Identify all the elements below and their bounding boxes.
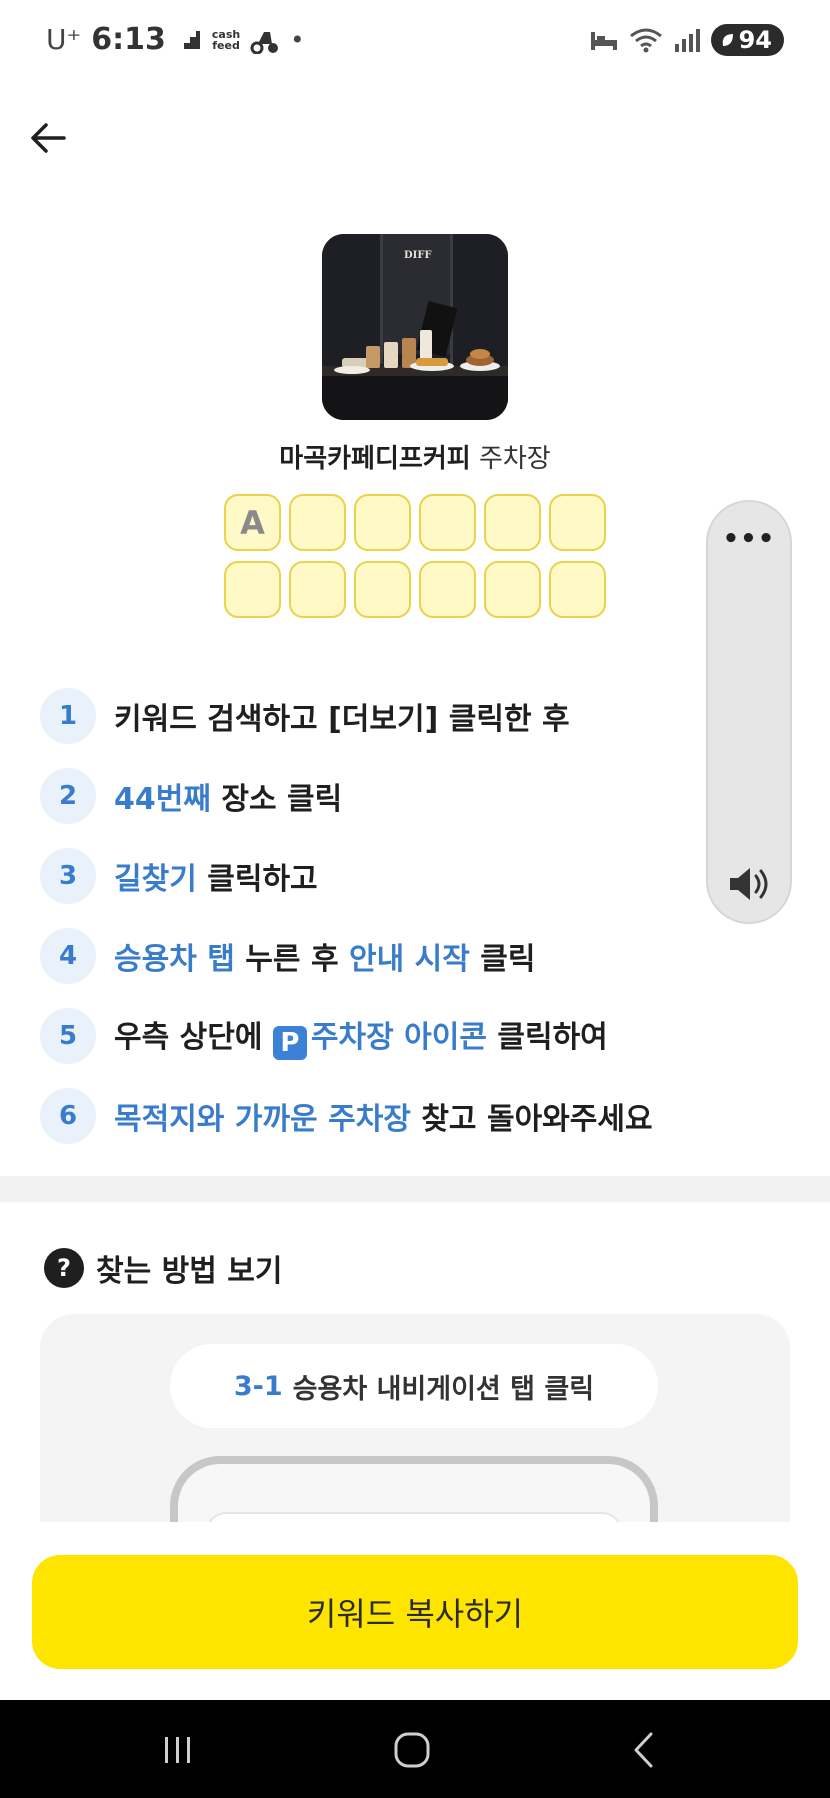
- step-highlight: 44번째: [114, 782, 211, 817]
- keyword-box: [354, 494, 411, 551]
- phone-screen: [206, 1512, 622, 1522]
- step-text-part: 클릭하여: [486, 1020, 608, 1055]
- status-left: U⁺ 6:13 cash feed •: [46, 22, 304, 57]
- leaf-icon: [722, 34, 733, 46]
- step-item: 3 길찾기 클릭하고: [40, 836, 780, 916]
- arrow-left-icon: [31, 123, 66, 153]
- step-item: 5 우측 상단에 P 주차장 아이콘 클릭하여: [40, 996, 780, 1076]
- step-number: 4: [40, 928, 96, 984]
- step-number: 2: [40, 768, 96, 824]
- status-right: 94: [589, 24, 784, 56]
- step-number: 6: [40, 1088, 96, 1144]
- pill-step-text: 승용차 내비게이션 탭 클릭: [292, 1373, 595, 1405]
- system-nav-bar: [0, 1700, 830, 1798]
- keyword-box: [289, 494, 346, 551]
- home-icon: [394, 1732, 430, 1768]
- cashfeed-line2: feed: [212, 38, 240, 52]
- back-button[interactable]: [24, 114, 72, 162]
- cashfeed-icon: cash feed: [212, 29, 240, 51]
- phone-illustration: [170, 1456, 658, 1522]
- place-suffix: 주차장: [478, 444, 551, 474]
- keyword-box: [484, 494, 541, 551]
- step-highlight: 승용차 탭: [114, 942, 235, 977]
- step-item: 2 44번째 장소 클릭: [40, 756, 780, 836]
- step-highlight: 목적지와 가까운 주차장: [114, 1102, 411, 1137]
- copy-keyword-button[interactable]: 키워드 복사하기: [32, 1555, 798, 1669]
- step-highlight: 안내 시작: [349, 942, 470, 977]
- step-text: 길찾기 클릭하고: [114, 854, 318, 898]
- step-text-part: 찾고 돌아와주세요: [410, 1102, 653, 1137]
- step-item: 6 목적지와 가까운 주차장 찾고 돌아와주세요: [40, 1076, 780, 1156]
- step-text: 승용차 탭 누른 후 안내 시작 클릭: [114, 934, 536, 978]
- howto-step-pill: 3-1 승용차 내비게이션 탭 클릭: [170, 1344, 658, 1428]
- howto-title: 찾는 방법 보기: [96, 1254, 283, 1289]
- step-text: 44번째 장소 클릭: [114, 774, 342, 818]
- chevron-left-icon: [634, 1732, 653, 1768]
- wifi-icon: [629, 28, 662, 53]
- step-text: 키워드 검색하고 [더보기] 클릭한 후: [114, 694, 570, 738]
- sleep-mode-icon: [590, 32, 617, 50]
- place-thumbnail: DIFF: [322, 234, 508, 420]
- bottom-cta-area: 키워드 복사하기: [0, 1522, 830, 1700]
- step-number: 5: [40, 1008, 96, 1064]
- diff-sign: DIFF: [404, 250, 432, 261]
- signal-icon: [674, 29, 700, 52]
- battery-level: 94: [738, 26, 772, 54]
- step-item: 1 키워드 검색하고 [더보기] 클릭한 후: [40, 676, 780, 756]
- keyword-box: [419, 494, 476, 551]
- battery-indicator: 94: [710, 24, 784, 56]
- keyword-box: [224, 561, 281, 618]
- howto-header: ? 찾는 방법 보기: [44, 1246, 283, 1290]
- keyword-box: [484, 561, 541, 618]
- cafe-photo: DIFF: [322, 234, 508, 420]
- step-text-part: 클릭: [469, 942, 536, 977]
- place-title: 마곡카페디프커피 주차장: [0, 438, 830, 475]
- step-text: 우측 상단에 P 주차장 아이콘 클릭하여: [114, 1012, 608, 1060]
- keyword-box: A: [224, 494, 281, 551]
- place-name: 마곡카페디프커피: [279, 444, 471, 474]
- nav-back-button[interactable]: [604, 1722, 684, 1778]
- carrier-label: U⁺: [46, 23, 82, 56]
- instruction-steps: 1 키워드 검색하고 [더보기] 클릭한 후 2 44번째 장소 클릭 3 길찾…: [40, 676, 780, 1156]
- notification-dot: •: [290, 25, 305, 54]
- step-highlight: 주차장 아이콘: [310, 1020, 487, 1055]
- keyword-box: [549, 494, 606, 551]
- keyword-box: [289, 561, 346, 618]
- step-item: 4 승용차 탭 누른 후 안내 시작 클릭: [40, 916, 780, 996]
- stairs-icon: [177, 30, 200, 49]
- step-text-part: 우측 상단에: [114, 1020, 273, 1055]
- home-button[interactable]: [372, 1722, 452, 1778]
- recent-apps-button[interactable]: [138, 1722, 218, 1778]
- question-icon: ?: [44, 1248, 84, 1288]
- step-text: 목적지와 가까운 주차장 찾고 돌아와주세요: [114, 1094, 653, 1138]
- step-number: 3: [40, 848, 96, 904]
- keyword-boxes: A: [224, 494, 606, 618]
- keyword-box: [419, 561, 476, 618]
- step-highlight: 길찾기: [114, 862, 197, 897]
- parking-icon: P: [272, 1026, 307, 1060]
- more-options-button[interactable]: •••: [708, 524, 790, 554]
- clock: 6:13: [91, 22, 166, 57]
- status-bar: U⁺ 6:13 cash feed • 94: [0, 0, 830, 82]
- step-text-part: 키워드 검색하고 [더보기] 클릭한 후: [114, 702, 570, 737]
- section-divider: [0, 1176, 830, 1202]
- step-number: 1: [40, 688, 96, 744]
- recent-apps-icon: [165, 1737, 190, 1763]
- pill-step-number: 3-1: [233, 1370, 283, 1402]
- delivery-icon: [250, 31, 279, 54]
- keyword-box: [549, 561, 606, 618]
- step-text-part: 클릭하고: [196, 862, 318, 897]
- keyword-box: [354, 561, 411, 618]
- howto-card: 3-1 승용차 내비게이션 탭 클릭: [40, 1314, 790, 1522]
- step-text-part: 장소 클릭: [210, 782, 343, 817]
- step-text-part: 누른 후: [234, 942, 349, 977]
